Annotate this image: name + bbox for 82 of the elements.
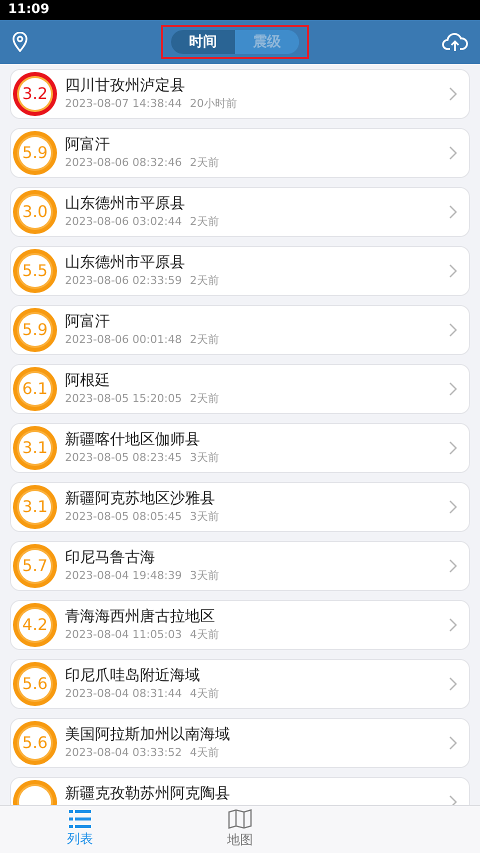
quake-row[interactable]: 5.7 印尼马鲁古海 2023-08-04 19:48:39 3天前 [10,541,470,591]
quake-row[interactable]: 3.1 新疆阿克苏地区沙雅县 2023-08-05 08:05:45 3天前 [10,482,470,532]
time-ago: 2天前 [190,273,219,289]
time-ago: 3天前 [190,450,219,466]
place-name: 新疆喀什地区伽师县 [65,430,201,448]
quake-row[interactable]: 3.1 新疆喀什地区伽师县 2023-08-05 08:23:45 3天前 [10,423,470,473]
time-ago: 4天前 [190,627,219,643]
magnitude-value: 5.6 [22,673,48,695]
segment-tab[interactable]: 时间 [171,30,235,54]
quake-row[interactable]: 5.9 阿富汗 2023-08-06 08:32:46 2天前 [10,128,470,178]
time-ago: 4天前 [190,686,219,702]
magnitude-value: 3.0 [22,201,48,223]
place-name: 青海海西州唐古拉地区 [65,607,216,625]
quake-time: 2023-08-06 08:32:46 [65,155,182,171]
quake-row[interactable]: 4.2 青海海西州唐古拉地区 2023-08-04 11:05:03 4天前 [10,600,470,650]
time-ago: 2天前 [190,332,219,348]
chevron-right-icon [449,677,457,691]
tab-bar-item[interactable]: 地图 [160,806,320,853]
place-name: 印尼马鲁古海 [65,548,156,566]
magnitude-value: 5.6 [22,732,48,754]
magnitude-value: 5.7 [22,555,48,577]
list-icon [69,810,91,828]
quake-time: 2023-08-04 11:05:03 [65,627,182,643]
quake-time: 2023-08-04 03:33:52 [65,745,182,761]
chevron-right-icon [449,441,457,455]
quake-time: 2023-08-05 15:20:05 [65,391,182,407]
clock: 11:09 [8,1,50,20]
map-icon [228,808,252,829]
quake-time: 2023-08-04 19:48:39 [65,568,182,584]
quake-row[interactable]: 5.5 山东德州市平原县 2023-08-06 02:33:59 2天前 [10,246,470,296]
chevron-right-icon [449,559,457,573]
place-name: 阿富汗 [65,312,111,330]
quake-row[interactable]: 3.0 山东德州市平原县 2023-08-06 03:02:44 2天前 [10,187,470,237]
chevron-right-icon [449,736,457,750]
magnitude-value: 5.5 [22,260,48,282]
time-ago: 2天前 [190,214,219,230]
location-pin-icon[interactable] [12,32,28,52]
magnitude-value: 3.1 [22,437,48,459]
time-ago: 20小时前 [190,96,237,112]
chevron-right-icon [449,500,457,514]
chevron-right-icon [449,795,457,805]
cloud-upload-icon[interactable] [442,32,468,52]
place-name: 美国阿拉斯加州以南海域 [65,725,231,743]
place-name: 新疆阿克苏地区沙雅县 [65,489,216,507]
quake-time: 2023-08-06 02:33:59 [65,273,182,289]
magnitude-value: 5.9 [22,319,48,341]
time-ago: 2天前 [190,155,219,171]
place-name: 阿富汗 [65,135,111,153]
magnitude-value: 3.2 [22,83,48,105]
quake-time: 2023-08-07 14:38:44 [65,96,182,112]
place-name: 阿根廷 [65,371,111,389]
quake-time: 2023-08-05 08:05:45 [65,509,182,525]
chevron-right-icon [449,618,457,632]
quake-row[interactable]: 6.1 阿根廷 2023-08-05 15:20:05 2天前 [10,364,470,414]
place-name: 印尼爪哇岛附近海域 [65,666,201,684]
magnitude-value: 5.9 [22,142,48,164]
quake-time: 2023-08-04 08:31:44 [65,686,182,702]
quake-row[interactable]: 3.2 四川甘孜州泸定县 2023-08-07 14:38:44 20小时前 [10,69,470,119]
quake-time: 2023-08-05 08:23:45 [65,450,182,466]
time-ago: 3天前 [190,509,219,525]
quake-row[interactable]: 新疆克孜勒苏州阿克陶县 [10,777,470,805]
quake-row[interactable]: 5.9 阿富汗 2023-08-06 00:01:48 2天前 [10,305,470,355]
magnitude-value: 3.1 [22,496,48,518]
quake-time: 2023-08-06 00:01:48 [65,332,182,348]
chevron-right-icon [449,323,457,337]
place-name: 新疆克孜勒苏州阿克陶县 [65,784,231,802]
chevron-right-icon [449,264,457,278]
quake-time: 2023-08-06 03:02:44 [65,214,182,230]
chevron-right-icon [449,205,457,219]
quake-row[interactable]: 5.6 印尼爪哇岛附近海域 2023-08-04 08:31:44 4天前 [10,659,470,709]
time-ago: 2天前 [190,391,219,407]
chevron-right-icon [449,87,457,101]
magnitude-value: 4.2 [22,614,48,636]
time-ago: 3天前 [190,568,219,584]
place-name: 山东德州市平原县 [65,253,186,271]
chevron-right-icon [449,146,457,160]
place-name: 四川甘孜州泸定县 [65,76,186,94]
time-ago: 4天前 [190,745,219,761]
quake-row[interactable]: 5.6 美国阿拉斯加州以南海域 2023-08-04 03:33:52 4天前 [10,718,470,768]
place-name: 山东德州市平原县 [65,194,186,212]
chevron-right-icon [449,382,457,396]
magnitude-value: 6.1 [22,378,48,400]
